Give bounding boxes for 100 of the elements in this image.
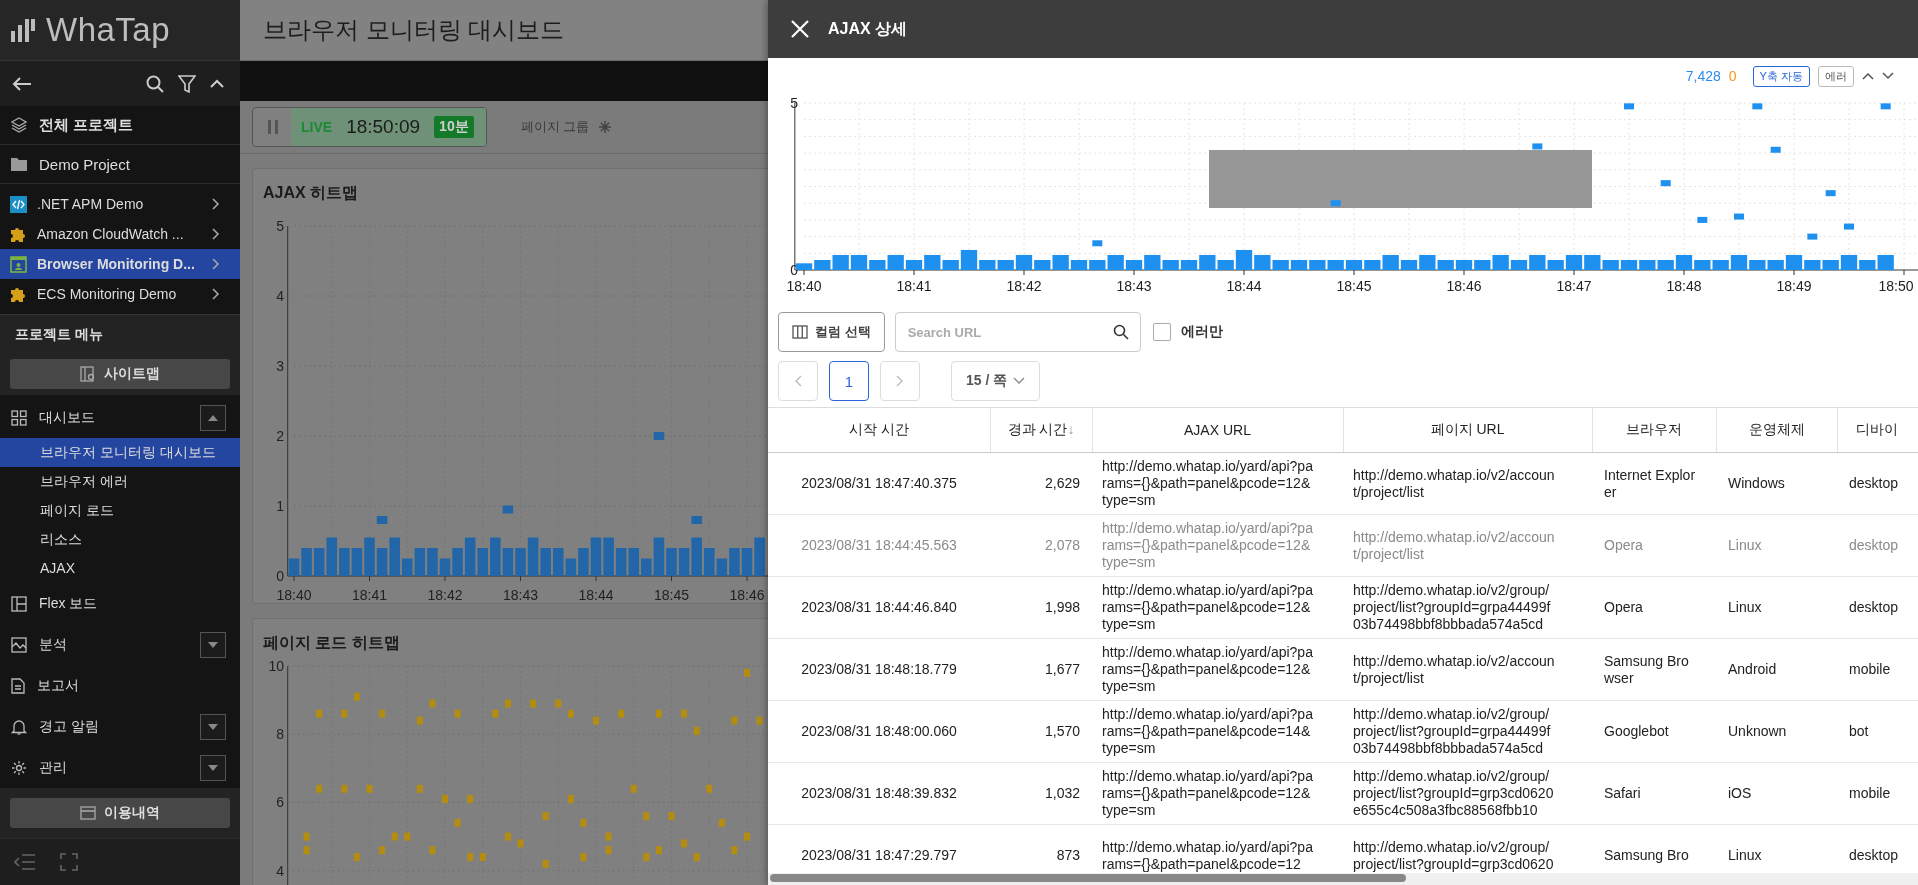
table-cell: Samsung Browser xyxy=(1592,638,1716,701)
heatmap-column xyxy=(502,548,514,576)
axis-label: 18:40 xyxy=(276,587,312,603)
project-group-item[interactable]: Demo Project xyxy=(0,145,240,184)
column-header[interactable]: 경과 시간↓ xyxy=(990,408,1092,453)
toggle-button[interactable]: Y축 자동 xyxy=(1752,65,1810,87)
search-icon[interactable] xyxy=(146,74,164,93)
heatmap-cell xyxy=(404,832,411,841)
heatmap-cell xyxy=(542,812,549,821)
column-header[interactable]: 운영체제 xyxy=(1716,408,1837,453)
expand-toggle[interactable] xyxy=(200,631,226,658)
table-cell: Unknown xyxy=(1716,700,1837,763)
heatmap-cell xyxy=(429,699,436,708)
filter-icon[interactable] xyxy=(178,74,196,93)
axis-label: 4 xyxy=(276,288,284,304)
menu-label: 경고 알림 xyxy=(39,717,100,736)
heatmap-cell xyxy=(555,699,562,708)
chevron-right-icon xyxy=(212,288,220,300)
expand-toggle[interactable] xyxy=(200,713,226,740)
project-item[interactable]: Amazon CloudWatch ... xyxy=(0,219,240,249)
chevron-right-icon xyxy=(212,258,220,270)
live-control[interactable]: LIVE 18:50:09 10분 xyxy=(252,107,487,147)
heatmap-column xyxy=(1620,260,1638,270)
expand-toggle[interactable] xyxy=(200,404,226,431)
menu-item[interactable]: 경고 알림 xyxy=(0,706,240,747)
heatmap-cell xyxy=(643,812,650,821)
table-cell: http://demo.whatap.io/yard/api?params={}&path=panel&pcode=12&type=sm xyxy=(1092,576,1343,639)
expand-toggle[interactable] xyxy=(200,754,226,781)
heatmap-column xyxy=(477,548,489,576)
axis-label: 18:44 xyxy=(1226,278,1262,294)
table-cell: 2023/08/31 18:47:40.375 xyxy=(768,452,990,515)
menu-item[interactable]: Flex 보드 xyxy=(0,583,240,624)
time-range-badge[interactable]: 10분 xyxy=(434,116,474,138)
menu-item[interactable]: 대시보드 xyxy=(0,397,240,438)
search-field[interactable]: Search URL xyxy=(894,312,1141,352)
submenu-item[interactable]: 리소스 xyxy=(0,525,240,554)
heatmap-column xyxy=(527,537,539,576)
menu-item[interactable]: 분석 xyxy=(0,624,240,665)
heatmap-column xyxy=(666,548,677,576)
axis-label: 18:48 xyxy=(1666,278,1702,294)
checkbox[interactable] xyxy=(1152,323,1171,341)
axis-label: 0 xyxy=(276,568,284,584)
axis-label: 5 xyxy=(276,218,284,234)
chevron-up-icon[interactable] xyxy=(1862,72,1874,80)
menu-item[interactable]: 보고서 xyxy=(0,665,240,706)
search-icon[interactable] xyxy=(1112,324,1129,340)
layout-icon xyxy=(11,595,27,612)
table-cell: http://demo.whatap.io/yard/api?params={}&path=panel&pcode=12&type=sm xyxy=(1092,762,1343,825)
caret-up-icon[interactable] xyxy=(210,78,224,89)
heatmap-cell xyxy=(454,818,461,827)
menu-item[interactable]: 관리 xyxy=(0,747,240,788)
heatmap-cell xyxy=(567,709,574,718)
total-count: 7,428 xyxy=(1685,68,1721,84)
live-time: 18:50:09 xyxy=(346,116,421,138)
heatmap-cell xyxy=(303,846,310,855)
axis-label: 6 xyxy=(276,794,284,811)
page-size-select[interactable]: 15 / 쪽 xyxy=(951,361,1041,401)
submenu-item[interactable]: 브라우저 모니터링 대시보드 xyxy=(0,438,240,467)
column-select-button[interactable]: 컬럼 선택 xyxy=(778,312,885,352)
logo-icon xyxy=(10,17,36,43)
axis-label: 18:50 xyxy=(1878,278,1914,294)
heatmap-column xyxy=(490,537,501,576)
project-item[interactable]: Browser Monitoring D... xyxy=(0,249,240,279)
page-button[interactable]: 1 xyxy=(829,361,869,401)
column-header[interactable]: 페이지 URL xyxy=(1343,408,1592,453)
axis-label: 8 xyxy=(276,726,284,743)
heatmap-column xyxy=(464,537,476,576)
back-icon[interactable] xyxy=(12,75,32,92)
submenu-item[interactable]: 페이지 로드 xyxy=(0,496,240,525)
scrollbar-thumb[interactable] xyxy=(770,874,1406,882)
heatmap-cell xyxy=(429,846,436,855)
column-header[interactable]: AJAX URL xyxy=(1092,408,1343,453)
heatmap-cell xyxy=(643,853,650,862)
axis-label: 18:46 xyxy=(1446,278,1482,294)
submenu-item[interactable]: AJAX xyxy=(0,554,240,583)
column-header[interactable]: 디바이 xyxy=(1837,408,1918,453)
sitemap-button[interactable]: 사이트맵 xyxy=(10,359,230,389)
toggle-button[interactable]: 에러 xyxy=(1818,65,1854,87)
project-item[interactable]: .NET APM Demo xyxy=(0,189,240,219)
heatmap-column xyxy=(1455,260,1473,270)
sitemap-icon xyxy=(80,366,96,382)
table-cell: http://demo.whatap.io/v2/account/project/list xyxy=(1343,514,1592,577)
usage-button[interactable]: 이용내역 xyxy=(10,798,230,828)
heatmap-cell xyxy=(706,784,713,793)
close-icon[interactable] xyxy=(790,19,810,39)
checkbox-label[interactable]: 에러만 xyxy=(1180,323,1223,341)
project-item[interactable]: ECS Monitoring Demo xyxy=(0,279,240,309)
heatmap-cell xyxy=(605,846,612,855)
column-header[interactable]: 시작 시간 xyxy=(768,408,990,453)
heatmap-cell xyxy=(376,516,388,524)
heatmap-cell xyxy=(316,784,323,793)
chart-icon xyxy=(11,636,27,653)
heatmap-cell xyxy=(653,432,665,440)
heatmap-column xyxy=(615,548,627,576)
column-header[interactable]: 브라우저 xyxy=(1592,408,1716,453)
chevron-down-icon[interactable] xyxy=(1882,72,1894,80)
heatmap-column xyxy=(351,548,363,576)
axis-label: 18:45 xyxy=(1336,278,1372,294)
submenu-item[interactable]: 브라우저 에러 xyxy=(0,467,240,496)
heatmap-cell xyxy=(442,795,448,804)
